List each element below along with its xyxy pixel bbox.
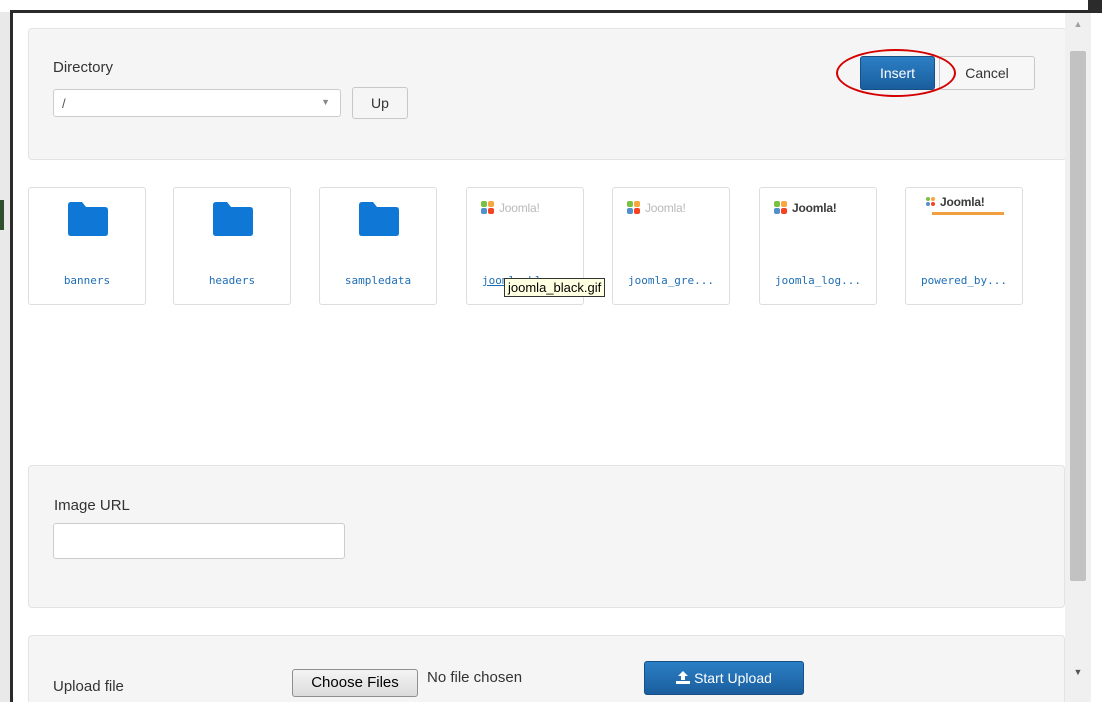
item-caption: joomla_log... [774,274,862,287]
up-button[interactable]: Up [352,87,408,119]
scrollbar[interactable]: ▲ ▼ [1065,13,1091,702]
item-caption: joomla_gre... [627,274,715,287]
item-caption: headers [208,274,256,287]
image-item-joomla-logo[interactable]: Joomla! joomla_log... [759,187,877,305]
image-item-powered-by[interactable]: Joomla! powered_by... [905,187,1023,305]
image-url-input[interactable] [53,523,345,559]
scroll-down-arrow-icon[interactable]: ▼ [1065,667,1091,681]
folder-icon [68,202,108,236]
background-page-edge [0,0,10,702]
folder-item-banners[interactable]: banners [28,187,146,305]
start-upload-label: Start Upload [694,670,772,686]
directory-label: Directory [53,59,114,76]
file-status-text: No file chosen [427,669,523,686]
right-edge [1091,13,1102,702]
joomla-logo-thumbnail: Joomla! [481,198,540,218]
insert-button[interactable]: Insert [860,56,935,90]
item-caption: banners [63,274,111,287]
image-url-label: Image URL [54,497,130,514]
media-dialog: Directory / ▼ Up Insert Cancel banners h… [13,13,1065,702]
joomla-logo-thumbnail: Joomla! [627,198,686,218]
folder-item-headers[interactable]: headers [173,187,291,305]
directory-select[interactable]: / ▼ [53,89,341,117]
joomla-logo-thumbnail: Joomla! [926,192,985,212]
filename-tooltip: joomla_black.gif [504,278,606,297]
background-page-mark [0,200,4,230]
folder-item-sampledata[interactable]: sampledata [319,187,437,305]
directory-select-value: / [62,96,66,111]
scroll-up-arrow-icon[interactable]: ▲ [1065,19,1091,33]
start-upload-button[interactable]: Start Upload [644,661,804,695]
upload-file-label: Upload file [53,678,124,695]
item-caption: powered_by... [920,274,1008,287]
image-item-joomla-green[interactable]: Joomla! joomla_gre... [612,187,730,305]
scrollbar-thumb[interactable] [1070,51,1086,581]
upload-icon [676,671,691,684]
folder-icon [359,202,399,236]
cancel-button[interactable]: Cancel [939,56,1035,90]
joomla-logo-thumbnail: Joomla! [774,198,837,218]
item-caption: sampledata [344,274,412,287]
choose-files-button[interactable]: Choose Files [292,669,418,697]
folder-icon [213,202,253,236]
upload-section [28,635,1065,702]
powered-by-strip [932,212,1004,215]
chevron-down-icon: ▼ [321,97,330,107]
